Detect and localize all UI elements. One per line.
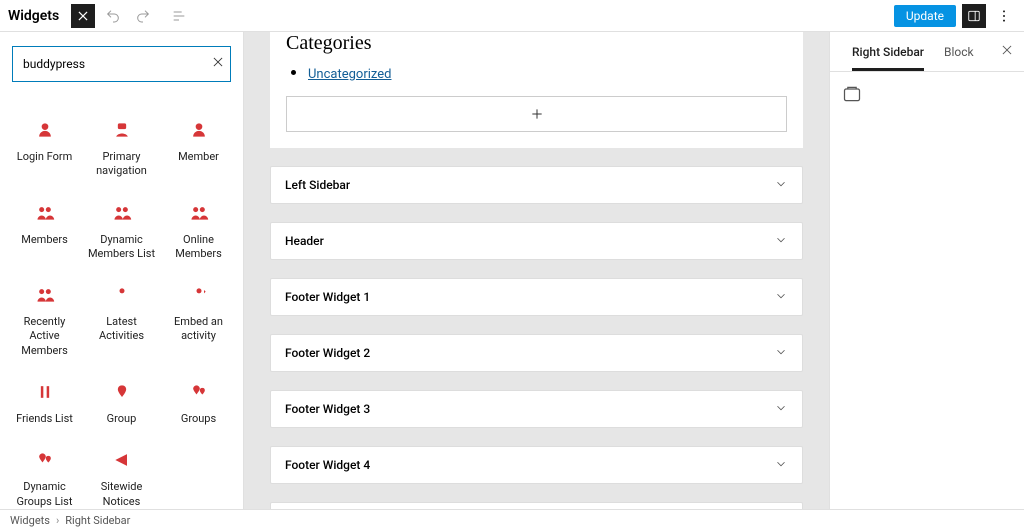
chevron-right-icon: › bbox=[56, 514, 59, 527]
block-item-label: Sitewide Notices bbox=[87, 480, 156, 509]
block-item[interactable]: Dynamic Groups List bbox=[6, 442, 83, 509]
breadcrumb-item[interactable]: Widgets bbox=[10, 514, 50, 527]
close-icon bbox=[76, 9, 90, 23]
block-item[interactable]: Online Members bbox=[160, 195, 237, 268]
latest-activities-icon bbox=[110, 283, 134, 307]
tab-right-sidebar[interactable]: Right Sidebar bbox=[842, 32, 934, 71]
chevron-down-icon bbox=[774, 232, 788, 251]
block-item[interactable]: Recently Active Members bbox=[6, 277, 83, 364]
block-item-label: Member bbox=[178, 150, 219, 164]
block-item-label: Dynamic Members List bbox=[87, 233, 156, 262]
block-item[interactable]: Friends List bbox=[6, 374, 83, 432]
clear-search-button[interactable] bbox=[211, 55, 225, 73]
widget-area-label: Footer Widget 2 bbox=[285, 346, 370, 360]
redo-icon bbox=[135, 8, 151, 24]
undo-icon bbox=[105, 8, 121, 24]
categories-heading: Categories bbox=[286, 32, 787, 55]
breadcrumb-item[interactable]: Right Sidebar bbox=[65, 514, 130, 527]
block-item[interactable]: Sitewide Notices bbox=[83, 442, 160, 509]
block-item-label: Primary navigation bbox=[87, 150, 156, 179]
block-item[interactable]: Groups bbox=[160, 374, 237, 432]
group-icon bbox=[110, 380, 134, 404]
block-item-label: Latest Activities bbox=[87, 315, 156, 344]
widget-area-row[interactable]: Header bbox=[270, 222, 803, 260]
block-item[interactable]: Dynamic Members List bbox=[83, 195, 160, 268]
block-item-label: Friends List bbox=[16, 412, 73, 426]
list-view-icon bbox=[171, 8, 187, 24]
block-item[interactable]: Primary navigation bbox=[83, 112, 160, 185]
list-view-button[interactable] bbox=[167, 4, 191, 28]
close-icon bbox=[1000, 43, 1014, 57]
categories-widget: Categories Uncategorized bbox=[270, 32, 803, 148]
widget-area-row[interactable]: Footer Widget 5 bbox=[270, 502, 803, 509]
plus-icon bbox=[529, 106, 545, 122]
sitewide-notices-icon bbox=[110, 448, 134, 472]
chevron-down-icon bbox=[774, 288, 788, 307]
embed-activity-icon bbox=[187, 283, 211, 307]
settings-sidebar: Right Sidebar Block bbox=[829, 32, 1024, 509]
widget-area-icon bbox=[842, 84, 862, 104]
category-link-uncategorized[interactable]: Uncategorized bbox=[308, 67, 391, 82]
widget-area-row[interactable]: Left Sidebar bbox=[270, 166, 803, 204]
close-inserter-button[interactable] bbox=[71, 4, 95, 28]
primary-navigation-icon bbox=[110, 118, 134, 142]
tab-block[interactable]: Block bbox=[934, 32, 984, 71]
block-item-label: Recently Active Members bbox=[10, 315, 79, 358]
block-item-label: Online Members bbox=[164, 233, 233, 262]
widget-area-row[interactable]: Footer Widget 1 bbox=[270, 278, 803, 316]
member-icon bbox=[187, 118, 211, 142]
redo-button[interactable] bbox=[131, 4, 155, 28]
undo-button[interactable] bbox=[101, 4, 125, 28]
online-members-icon bbox=[187, 201, 211, 225]
update-button[interactable]: Update bbox=[894, 5, 956, 27]
add-block-button[interactable] bbox=[286, 96, 787, 132]
block-search-input[interactable] bbox=[12, 46, 231, 82]
dynamic-members-icon bbox=[110, 201, 134, 225]
top-toolbar: Widgets Update bbox=[0, 0, 1024, 32]
page-title: Widgets bbox=[8, 8, 59, 24]
groups-icon bbox=[187, 380, 211, 404]
widget-area-row[interactable]: Footer Widget 4 bbox=[270, 446, 803, 484]
chevron-down-icon bbox=[774, 176, 788, 195]
sidebar-icon bbox=[967, 9, 981, 23]
widget-areas-canvas: Categories Uncategorized Left Sidebar Hea… bbox=[244, 32, 829, 509]
widget-area-label: Footer Widget 3 bbox=[285, 402, 370, 416]
block-item-label: Members bbox=[21, 233, 68, 247]
login-form-icon bbox=[33, 118, 57, 142]
block-item[interactable]: Group bbox=[83, 374, 160, 432]
block-item[interactable]: Member bbox=[160, 112, 237, 185]
block-inserter-panel: Login Form Primary navigation Member Member… bbox=[0, 32, 244, 509]
dynamic-groups-icon bbox=[33, 448, 57, 472]
widget-area-label: Footer Widget 4 bbox=[285, 458, 370, 472]
block-item-label: Login Form bbox=[17, 150, 72, 164]
close-icon bbox=[211, 55, 225, 69]
block-item[interactable]: Login Form bbox=[6, 112, 83, 185]
recent-members-icon bbox=[33, 283, 57, 307]
settings-panel-toggle[interactable] bbox=[962, 4, 986, 28]
block-item-label: Embed an activity bbox=[164, 315, 233, 344]
block-item[interactable]: Members bbox=[6, 195, 83, 268]
close-settings-button[interactable] bbox=[990, 32, 1024, 71]
widget-area-label: Left Sidebar bbox=[285, 178, 350, 192]
block-item-label: Dynamic Groups List bbox=[10, 480, 79, 509]
widget-area-row[interactable]: Footer Widget 2 bbox=[270, 334, 803, 372]
widget-area-label: Footer Widget 1 bbox=[285, 290, 370, 304]
chevron-down-icon bbox=[774, 400, 788, 419]
widget-area-row[interactable]: Footer Widget 3 bbox=[270, 390, 803, 428]
members-icon bbox=[33, 201, 57, 225]
chevron-down-icon bbox=[774, 344, 788, 363]
block-item-label: Group bbox=[107, 412, 137, 426]
friends-list-icon bbox=[33, 380, 57, 404]
breadcrumb: Widgets › Right Sidebar bbox=[0, 509, 1024, 530]
block-item[interactable]: Embed an activity bbox=[160, 277, 237, 364]
more-vertical-icon bbox=[996, 8, 1012, 24]
chevron-down-icon bbox=[774, 456, 788, 475]
block-item-label: Groups bbox=[181, 412, 216, 426]
block-item[interactable]: Latest Activities bbox=[83, 277, 160, 364]
widget-area-label: Header bbox=[285, 234, 324, 248]
options-button[interactable] bbox=[992, 4, 1016, 28]
